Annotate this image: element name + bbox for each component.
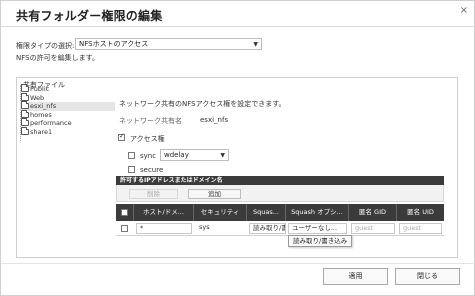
sync-checkbox[interactable] [128,152,135,159]
squash-option-field[interactable]: ユーザーなし... [288,223,347,234]
tree-item-label: share1 [30,127,53,136]
tree-item-esxi-nfs[interactable]: esxi_nfs [20,101,115,111]
select-all-cell [116,204,134,221]
select-all-checkbox[interactable] [121,209,128,216]
sync-option-value: wdelay [164,151,189,159]
row-checkbox[interactable] [121,225,128,232]
permission-type-select[interactable]: NFSホストのアクセス ▼ [75,38,262,50]
tree-item-public[interactable]: Public [20,84,115,94]
tree-item-homes[interactable]: homes [20,109,115,120]
sync-option-select[interactable]: wdelay ▼ [160,149,229,161]
squash-option-tooltip[interactable]: 読み取り/書き込み [288,235,353,247]
tree-item-share1[interactable]: share1 [20,126,115,137]
access-label: アクセス権 [130,135,165,143]
col-host[interactable]: ホスト/ドメ... [134,204,194,221]
tree-item-web[interactable]: Web [20,92,115,103]
tree-item-label: Web [30,93,45,102]
sync-label: sync [140,152,157,160]
security-cell[interactable]: sys [196,223,246,234]
table-row[interactable]: * sys 読み取り/書 ユーザーなし... guest guest [116,221,444,236]
ip-toolbar: 削除 追加 [116,185,444,202]
share-name-value: esxi_nfs [200,116,229,124]
folder-icon [21,84,29,92]
close-button[interactable]: 閉じる [395,268,460,285]
col-security[interactable]: セキュリティ [194,204,247,221]
secure-checkbox[interactable] [128,166,135,173]
folder-tree: Public Web esxi_nfs homes performance sh… [20,84,115,137]
edit-permission-dialog: 共有フォルダー権限の編集 × 権限タイプの選択: NFSホストのアクセス ▼ N… [0,0,475,296]
add-button[interactable]: 追加 [188,189,241,199]
tree-item-performance[interactable]: performance [20,118,115,128]
chevron-down-icon: ▼ [253,41,258,48]
col-anon-uid[interactable]: 匿名 UID [397,204,444,221]
folder-icon [21,92,29,101]
permission-type-label: 権限タイプの選択: [16,42,75,50]
chevron-down-icon: ▼ [220,152,225,159]
access-checkbox[interactable] [118,132,125,141]
delete-button[interactable]: 削除 [129,189,178,199]
share-name-label: ネットワーク共有名 [119,117,182,125]
ip-table-header: ホスト/ドメ... セキュリティ Squas... Squash オプシ... … [116,204,444,221]
ip-section-header: 許可するIPアドレスまたはドメイン名 [116,176,444,185]
tree-item-label: performance [30,119,72,127]
apply-button[interactable]: 適用 [323,268,388,285]
tree-item-label: homes [30,110,52,119]
folder-icon [21,118,29,126]
col-squash-option[interactable]: Squash オプシ... [286,204,349,221]
permission-type-value: NFSホストのアクセス [79,40,149,48]
title-divider [1,26,475,27]
dialog-title: 共有フォルダー権限の編集 [16,9,163,23]
tree-item-label: esxi_nfs [30,102,57,110]
nfs-description: ネットワーク共有のNFSアクセス権を設定できます。 [119,100,286,108]
squash-field[interactable]: 読み取り/書 [249,223,286,234]
col-squash[interactable]: Squas... [247,204,286,221]
close-icon[interactable]: × [460,5,468,16]
secure-label: secure [140,166,164,174]
folder-icon [21,109,29,118]
footer-divider [1,263,475,264]
host-field[interactable]: * [136,223,192,234]
col-anon-gid[interactable]: 匿名 GID [349,204,397,221]
tree-item-label: Public [30,85,50,93]
folder-icon [21,126,29,135]
folder-icon [21,101,29,109]
permission-type-note: NFSの許可を編集します。 [16,54,99,62]
anon-uid-field[interactable]: guest [399,223,442,234]
anon-gid-field[interactable]: guest [351,223,395,234]
